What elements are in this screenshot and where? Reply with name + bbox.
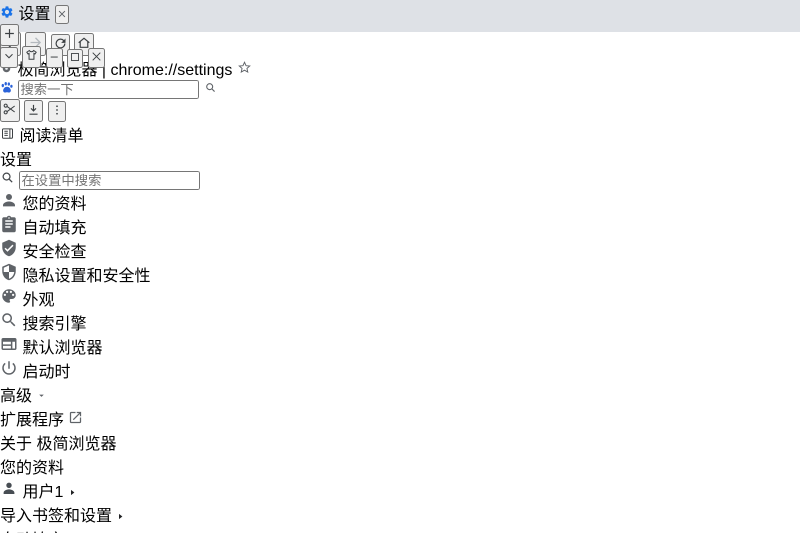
- browser-logo: [6, 5, 39, 38]
- screenshot-scissors-icon[interactable]: [0, 99, 20, 122]
- startup-icon: [0, 364, 18, 381]
- avatar: [0, 484, 22, 501]
- tab-close-icon[interactable]: [55, 5, 69, 24]
- kebab-menu-icon[interactable]: [48, 101, 66, 122]
- settings-content: 您的资料 用户1 导入书签和设置: [0, 454, 800, 533]
- row-user-profile[interactable]: 用户1: [0, 478, 800, 502]
- settings-sidebar: 您的资料 自动填充 安全检查 隐私设置和安全性 外观 搜索引擎: [0, 190, 800, 454]
- profile-card: 用户1 导入书签和设置: [0, 478, 800, 526]
- toolbar-actions: [0, 99, 800, 122]
- section-heading: 自动填充: [0, 526, 800, 533]
- subpage-arrow-icon: [68, 484, 77, 501]
- sidebar-item-appearance[interactable]: 外观: [0, 286, 800, 310]
- row-label: 导入书签和设置: [0, 508, 112, 525]
- row-label: 用户1: [22, 484, 63, 501]
- sidebar-item-profile[interactable]: 您的资料: [0, 190, 800, 214]
- menu-chevron-down-icon[interactable]: [0, 47, 18, 68]
- privacy-security-icon: [0, 268, 18, 285]
- chevron-down-icon: [36, 388, 47, 405]
- open-in-new-icon: [68, 412, 83, 429]
- close-window-icon[interactable]: [88, 48, 105, 68]
- reading-list-button[interactable]: 阅读清单: [0, 122, 800, 146]
- sidebar-advanced-toggle[interactable]: 高级: [0, 382, 800, 406]
- tab-strip: 设置: [0, 0, 800, 32]
- section-heading: 您的资料: [0, 454, 800, 478]
- section-profile: 您的资料 用户1 导入书签和设置: [0, 454, 800, 526]
- sidebar-item-about[interactable]: 关于 极简浏览器: [0, 430, 800, 454]
- downloads-icon[interactable]: [24, 100, 43, 122]
- baidu-search-input[interactable]: [18, 80, 199, 99]
- subpage-arrow-icon: [116, 508, 125, 525]
- search-engine-icon: [0, 316, 18, 333]
- default-browser-icon: [0, 340, 18, 357]
- sidebar-item-privacy[interactable]: 隐私设置和安全性: [0, 262, 800, 286]
- window-controls: [0, 46, 800, 68]
- theme-shirt-icon[interactable]: [22, 46, 41, 68]
- baidu-logo-icon: [0, 81, 18, 98]
- sidebar-item-safety-check[interactable]: 安全检查: [0, 238, 800, 262]
- sidebar-item-startup[interactable]: 启动时: [0, 358, 800, 382]
- maximize-icon[interactable]: [67, 49, 83, 68]
- safety-check-icon: [0, 244, 18, 261]
- person-icon: [0, 196, 18, 213]
- reading-list-label: 阅读清单: [19, 128, 83, 145]
- baidu-search-box[interactable]: [0, 80, 800, 99]
- sidebar-item-autofill[interactable]: 自动填充: [0, 214, 800, 238]
- settings-search-icon: [0, 172, 19, 189]
- appearance-icon: [0, 292, 18, 309]
- browser-window: 设置: [0, 0, 800, 533]
- sidebar-item-search-engine[interactable]: 搜索引擎: [0, 310, 800, 334]
- settings-header: 设置: [0, 146, 800, 190]
- settings-body: 您的资料 自动填充 安全检查 隐私设置和安全性 外观 搜索引擎: [0, 190, 800, 533]
- reading-list-icon: [0, 128, 19, 145]
- minimize-icon[interactable]: [46, 48, 63, 68]
- section-autofill: 自动填充 密码 地址和其他信息: [0, 526, 800, 533]
- page-title: 设置: [0, 146, 800, 170]
- settings-search-field[interactable]: [0, 170, 800, 190]
- baidu-search-icon[interactable]: [204, 81, 217, 98]
- tab-settings[interactable]: 设置: [0, 0, 800, 24]
- sidebar-item-default-browser[interactable]: 默认浏览器: [0, 334, 800, 358]
- autofill-icon: [0, 220, 18, 237]
- sidebar-item-extensions[interactable]: 扩展程序: [0, 406, 800, 430]
- settings-search-input[interactable]: [19, 171, 200, 190]
- bookmarks-bar: 阅读清单: [0, 122, 800, 146]
- row-import-bookmarks[interactable]: 导入书签和设置: [0, 502, 800, 526]
